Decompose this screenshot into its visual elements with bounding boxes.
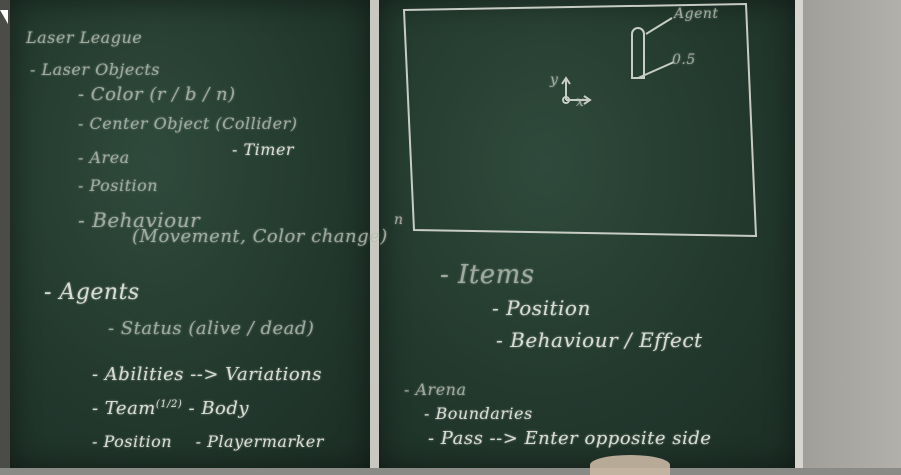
timer-item: - Timer bbox=[232, 140, 295, 159]
left-wall-edge bbox=[0, 0, 10, 468]
team-label: - Team bbox=[92, 398, 156, 419]
playermarker-label: - Playermarker bbox=[195, 432, 324, 451]
pass-item: - Pass --> Enter opposite side bbox=[428, 428, 712, 449]
items-behaviour: - Behaviour / Effect bbox=[496, 328, 703, 352]
person-head-partial bbox=[590, 455, 670, 475]
laser-objects-heading: - Laser Objects bbox=[30, 60, 160, 79]
behaviour-detail: (Movement, Color change) bbox=[132, 226, 388, 247]
agent-position-label: - Position bbox=[92, 432, 173, 451]
team-superscript: (1/2) bbox=[155, 399, 183, 410]
arena-heading: - Arena bbox=[404, 380, 467, 399]
board-title: Laser League bbox=[26, 28, 143, 47]
arena-boundary bbox=[402, 2, 758, 238]
agent-figure bbox=[631, 27, 645, 79]
abilities-item: - Abilities --> Variations bbox=[92, 364, 322, 385]
arena-diagram bbox=[402, 2, 758, 238]
axis-x-label: x bbox=[576, 94, 585, 110]
mouse-cursor-icon bbox=[0, 10, 8, 24]
color-item: - Color (r / b / n) bbox=[78, 84, 236, 105]
size-label: 0.5 bbox=[672, 52, 696, 68]
position-item: - Position bbox=[78, 176, 159, 195]
boundaries-item: - Boundaries bbox=[424, 404, 533, 423]
items-position: - Position bbox=[492, 296, 591, 320]
agent-label: Agent bbox=[674, 6, 719, 22]
agents-heading: - Agents bbox=[44, 280, 140, 305]
arena-corner-label: n bbox=[394, 212, 404, 228]
items-heading: - Items bbox=[440, 260, 535, 290]
agent-position-item: - Position - Playermarker bbox=[92, 432, 324, 451]
center-object-item: - Center Object (Collider) bbox=[78, 114, 298, 133]
area-item: - Area bbox=[78, 148, 130, 167]
team-item: - Team(1/2) - Body bbox=[92, 398, 249, 419]
status-item: - Status (alive / dead) bbox=[108, 318, 315, 339]
agent-pointer-line bbox=[645, 17, 673, 35]
body-label: - Body bbox=[188, 398, 250, 419]
right-wall bbox=[800, 0, 901, 468]
axis-y-label: y bbox=[550, 72, 559, 88]
